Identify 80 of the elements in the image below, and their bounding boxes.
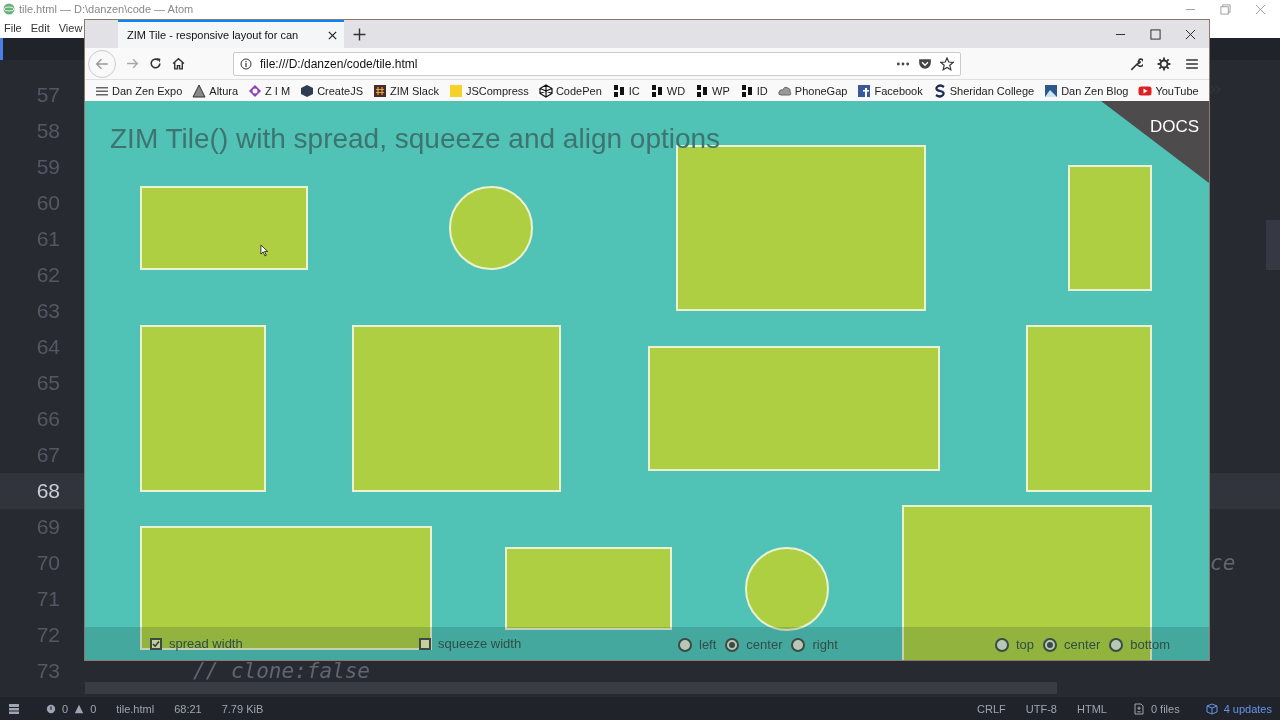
menu-item[interactable]: View: [58, 22, 83, 34]
browser-tab[interactable]: ZIM Tile - responsive layout for can: [118, 20, 344, 48]
cursor-position[interactable]: 68:21: [174, 702, 202, 715]
tile-icon: [857, 83, 872, 98]
package-icon[interactable]: [1205, 702, 1218, 715]
close-icon[interactable]: [1185, 28, 1196, 40]
bookmark-link[interactable]: Dan Zen Expo: [112, 84, 183, 97]
chevron-icon[interactable]: [1208, 83, 1222, 96]
bookmark-link[interactable]: WD: [666, 84, 686, 97]
corner-ribbon[interactable]: [1101, 101, 1209, 183]
bookmark-link[interactable]: IC: [628, 84, 640, 97]
bookmark-link[interactable]: JSCompress: [465, 84, 529, 97]
file-name[interactable]: tile.html: [116, 702, 155, 715]
radio-circle[interactable]: [678, 637, 692, 652]
bookmark-link[interactable]: ID: [756, 84, 768, 97]
page-title: ZIM Tile() with spread, squeeze and align options: [110, 123, 721, 155]
close-icon[interactable]: [327, 29, 338, 41]
code-text: // clone:false: [193, 659, 370, 683]
grammar[interactable]: HTML: [1076, 702, 1107, 715]
warning-count: 0: [90, 702, 97, 715]
warning-icon[interactable]: [74, 703, 85, 714]
docs-link[interactable]: DOCS: [1149, 117, 1199, 137]
check-icon: [152, 639, 160, 648]
code-text: ce: [1210, 551, 1236, 575]
mouse-pointer-icon: [260, 244, 269, 257]
panel-icon[interactable]: [8, 702, 20, 715]
bookmark-link[interactable]: Sheridan College: [949, 84, 1035, 97]
settings-icon[interactable]: [1157, 56, 1171, 71]
maximize-icon[interactable]: [1150, 28, 1161, 40]
radio-circle[interactable]: [725, 637, 740, 652]
cube-icon: [300, 83, 315, 98]
tile-icon: [448, 83, 463, 98]
reload-icon[interactable]: [149, 57, 162, 70]
bookmark-link[interactable]: Z I M: [265, 84, 291, 97]
blocks-icon: [695, 83, 710, 98]
star-icon[interactable]: [940, 56, 954, 71]
error-count: 0: [62, 702, 69, 715]
bookmark-link[interactable]: Facebook: [874, 84, 923, 97]
checkbox[interactable]: spread width: [150, 636, 243, 651]
blocks-icon: [611, 83, 626, 98]
menu-icon[interactable]: [1185, 56, 1199, 71]
cube-outline-icon: [538, 83, 553, 98]
radio-button[interactable]: top: [995, 637, 1035, 652]
git-status[interactable]: 0 files: [1150, 702, 1180, 715]
mountain-icon: [192, 83, 207, 98]
radio-button[interactable]: bottom: [1109, 637, 1170, 652]
updates-link[interactable]: 4 updates: [1223, 702, 1272, 715]
bookmark-link[interactable]: CodePen: [555, 84, 602, 97]
wrench-icon[interactable]: [1129, 56, 1143, 71]
line-number: 68: [35, 479, 60, 503]
address-bar[interactable]: file:///D:/danzen/code/tile.html: [233, 51, 961, 76]
blocks-icon: [739, 83, 754, 98]
radio-circle[interactable]: [791, 637, 806, 652]
encoding[interactable]: UTF-8: [1025, 702, 1057, 715]
error-icon[interactable]: [46, 703, 56, 714]
file-size: 7.79 KiB: [221, 702, 264, 715]
bookmark-link[interactable]: Dan Zen Blog: [1061, 84, 1129, 97]
info-icon: [240, 57, 252, 70]
diamond-icon: [248, 83, 263, 98]
bookmark-link[interactable]: PhoneGap: [794, 84, 848, 97]
pocket-icon[interactable]: [918, 56, 932, 71]
line-ending[interactable]: CRLF: [977, 702, 1006, 715]
curve-icon: [932, 83, 947, 98]
blocks-icon: [649, 83, 664, 98]
home-icon[interactable]: [172, 57, 185, 70]
bookmark-link[interactable]: YouTube: [1155, 84, 1199, 97]
bookmark-link[interactable]: ZIM Slack: [390, 84, 439, 97]
bookmark-link[interactable]: CreateJS: [317, 84, 363, 97]
menu-item[interactable]: Edit: [30, 22, 50, 34]
back-arrow-icon: [95, 56, 109, 71]
atom-logo-icon: [3, 3, 15, 15]
window-title: tile.html — D:\danzen\code — Atom: [19, 3, 194, 15]
radio-button[interactable]: center: [1043, 637, 1101, 652]
menu-item[interactable]: File: [4, 22, 22, 34]
file-diff-icon[interactable]: [1132, 702, 1145, 715]
photo-icon: [1044, 83, 1059, 98]
hash-icon: [373, 83, 387, 98]
bookmark-link[interactable]: WP: [712, 84, 730, 97]
new-tab-icon[interactable]: [352, 27, 366, 41]
bookmark-link[interactable]: Altura: [209, 84, 239, 97]
